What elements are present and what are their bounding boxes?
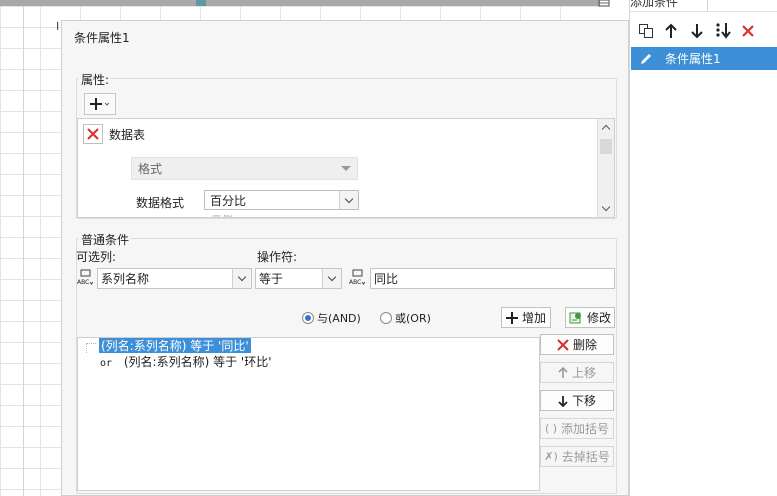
column-label: 可选列: [76, 250, 117, 264]
move-up-button[interactable]: 上移 [540, 362, 614, 383]
remove-bracket-icon: ✗) [544, 450, 558, 463]
chevron-down-icon [327, 272, 337, 282]
column-select[interactable]: 系列名称 [97, 268, 252, 289]
panel-tab-divider [707, 0, 708, 11]
operator-select[interactable]: 等于 [255, 268, 342, 289]
condition-list-item[interactable]: 条件属性1 [631, 47, 777, 70]
condition-expression-list[interactable]: (列名:系列名称) 等于 '同比' or (列名:系列名称) 等于 '环比' [77, 337, 540, 491]
condition-expression-item[interactable]: (列名:系列名称) 等于 '同比' [99, 338, 251, 353]
chevron-down-icon [237, 272, 247, 282]
close-icon [87, 128, 99, 140]
modify-condition-button[interactable]: 修改 [565, 307, 615, 328]
property-name: 数据表 [109, 127, 146, 142]
copy-icon[interactable] [636, 21, 656, 41]
operator-dropdown-button[interactable] [322, 269, 341, 288]
delete-x-icon[interactable] [738, 21, 758, 41]
move-bottom-icon[interactable] [713, 21, 733, 41]
condition-expression-item[interactable]: or (列名:系列名称) 等于 '环比' [100, 353, 272, 370]
operator-select-value: 等于 [259, 272, 284, 286]
cutoff-row: 示例 [211, 212, 233, 217]
column-dropdown-button[interactable] [232, 269, 251, 288]
condition-properties-dialog: 条件属性1 属性: 数据表 格式 数据格式 百分比 示例 [61, 20, 629, 496]
property-row: 数据表 [83, 124, 145, 144]
scroll-thumb[interactable] [600, 139, 612, 154]
panel-header: 添加条件 [630, 0, 777, 12]
close-icon [557, 338, 569, 351]
radio-and-label: 与(AND) [317, 312, 361, 325]
arrow-down-icon[interactable] [687, 21, 707, 41]
radio-and[interactable]: 与(AND) [302, 310, 361, 326]
property-scrollbar[interactable] [597, 119, 614, 217]
bracket-icon: ( ) [544, 422, 558, 435]
panel-toolbar [630, 18, 777, 44]
radio-selected-dot [305, 315, 311, 321]
arrow-up-icon [558, 366, 568, 379]
modify-condition-label: 修改 [586, 311, 611, 325]
condition-legend: 普通条件 [79, 231, 132, 248]
add-bracket-label: 添加括号 [561, 422, 610, 436]
move-down-label: 下移 [571, 394, 596, 408]
pencil-icon [631, 47, 661, 70]
svg-text:ABC: ABC [77, 279, 89, 286]
remove-bracket-button[interactable]: ✗) 去掉括号 [540, 446, 614, 467]
attributes-legend: 属性: [79, 71, 112, 88]
add-condition-label: 增加 [521, 311, 546, 325]
add-condition-button[interactable]: 增加 [501, 307, 551, 328]
move-down-button[interactable]: 下移 [540, 390, 614, 411]
condition-item-label: 条件属性1 [665, 52, 721, 66]
data-format-dropdown-button[interactable] [339, 191, 358, 209]
screen: I 添加条件 条件属性1 条件属性1 属性: 数据表 格式 数据格式 百分比 普… [0, 0, 777, 496]
chevron-down-icon [344, 194, 354, 203]
condition-join-operator: or [100, 358, 113, 369]
plus-icon [90, 98, 110, 110]
cutoff-text: 示例 [211, 214, 233, 217]
scroll-up-icon[interactable] [601, 124, 611, 134]
radio-or[interactable]: 或(OR) [380, 310, 431, 326]
remove-property-button[interactable] [83, 124, 103, 144]
add-attribute-button[interactable] [84, 93, 116, 115]
delete-condition-label: 删除 [572, 338, 597, 352]
plus-icon [505, 311, 518, 324]
arrow-down-icon [558, 395, 568, 407]
condition-value-input[interactable]: 同比 [370, 268, 615, 289]
condition-expression-text: (列名:系列名称) 等于 '同比' [101, 339, 249, 353]
operator-label: 操作符: [257, 250, 298, 264]
format-placeholder: 格式 [138, 162, 163, 176]
column-select-value: 系列名称 [101, 272, 150, 286]
panel-title: 添加条件 [630, 0, 679, 9]
data-format-value: 百分比 [210, 193, 247, 208]
radio-and-circle[interactable] [302, 312, 314, 324]
format-select: 格式 [131, 157, 358, 180]
focus-indicator [86, 343, 96, 353]
data-format-label: 数据格式 [136, 196, 185, 210]
condition-panel: 添加条件 条件属性1 [629, 0, 777, 496]
property-list: 数据表 格式 数据格式 百分比 示例 [77, 118, 615, 218]
abc-value-type-icon[interactable]: ABC [348, 269, 366, 287]
scroll-down-icon[interactable] [601, 202, 611, 212]
sheet-row-header [0, 6, 24, 496]
data-format-select[interactable]: 百分比 [204, 190, 359, 210]
remove-bracket-label: 去掉括号 [561, 450, 610, 464]
condition-expression-text: (列名:系列名称) 等于 '环比' [123, 355, 272, 369]
sheet-cell-text: I [56, 20, 60, 33]
arrow-up-icon[interactable] [661, 21, 681, 41]
radio-or-circle[interactable] [380, 312, 392, 324]
add-bracket-button[interactable]: ( ) 添加括号 [540, 418, 614, 439]
move-up-label: 上移 [571, 366, 596, 380]
modify-icon [569, 311, 583, 325]
svg-text:ABC: ABC [349, 279, 361, 286]
panel-dock-icon[interactable] [593, 0, 615, 10]
radio-or-label: 或(OR) [395, 312, 431, 325]
delete-condition-button[interactable]: 删除 [540, 334, 614, 355]
chevron-down-icon [341, 166, 351, 171]
condition-value-text: 同比 [374, 272, 399, 286]
dialog-title: 条件属性1 [74, 31, 130, 45]
abc-column-icon: ABC [76, 269, 94, 287]
